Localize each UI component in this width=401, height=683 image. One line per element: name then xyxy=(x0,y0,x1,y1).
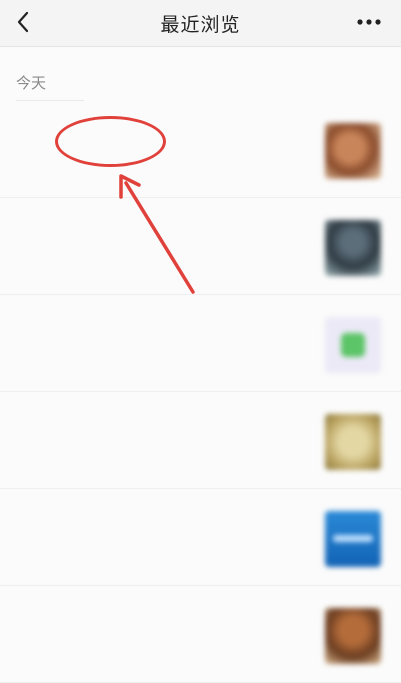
list-item[interactable] xyxy=(0,586,401,683)
item-thumbnail xyxy=(325,317,381,373)
item-thumbnail xyxy=(325,608,381,664)
more-button[interactable] xyxy=(351,8,387,36)
list-item[interactable] xyxy=(0,295,401,392)
section-label-today: 今天 xyxy=(16,74,47,92)
browse-history-list xyxy=(0,101,401,683)
annotation-ellipse xyxy=(55,116,166,167)
banner-graphic xyxy=(333,535,373,542)
item-thumbnail xyxy=(325,220,381,276)
item-thumbnail xyxy=(325,511,381,567)
list-item[interactable] xyxy=(0,198,401,295)
list-item[interactable] xyxy=(0,392,401,489)
item-thumbnail xyxy=(325,414,381,470)
navigation-bar: 最近浏览 xyxy=(0,0,401,47)
chat-app-icon xyxy=(341,333,365,357)
list-item[interactable] xyxy=(0,489,401,586)
item-thumbnail xyxy=(325,123,381,179)
page-title: 最近浏览 xyxy=(160,14,241,36)
more-horizontal-icon xyxy=(357,19,381,25)
